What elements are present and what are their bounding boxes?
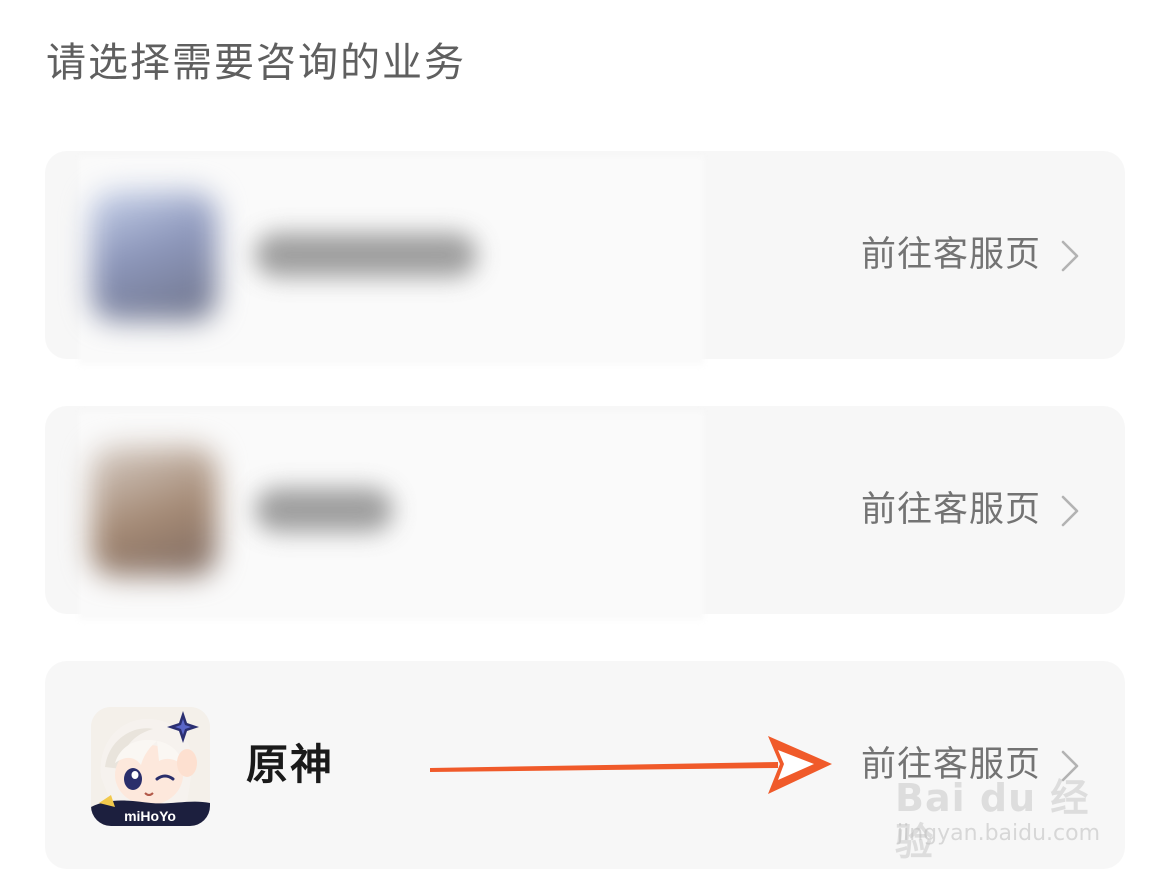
blurred-app-name	[255, 233, 477, 277]
page-title: 请选择需要咨询的业务	[46, 40, 466, 86]
genshin-app-icon: miHoYo	[91, 707, 210, 826]
blurred-app-icon	[91, 191, 217, 321]
chevron-right-icon	[1061, 495, 1079, 527]
mihoyo-logo-text: miHoYo	[124, 808, 176, 824]
paimon-icon: miHoYo	[91, 707, 210, 826]
business-card-2[interactable]: 前往客服页	[45, 406, 1125, 620]
business-card-1[interactable]: 前往客服页	[45, 151, 1125, 365]
chevron-right-icon	[1061, 750, 1079, 782]
goto-service-link[interactable]: 前往客服页	[861, 486, 1041, 534]
goto-service-link[interactable]: 前往客服页	[861, 231, 1041, 279]
goto-service-link[interactable]: 前往客服页	[861, 741, 1041, 789]
blurred-app-icon	[91, 446, 217, 576]
blurred-app-name	[255, 488, 393, 532]
annotation-arrow-icon	[430, 736, 832, 794]
app-name: 原神	[246, 740, 335, 789]
chevron-right-icon	[1061, 240, 1079, 272]
